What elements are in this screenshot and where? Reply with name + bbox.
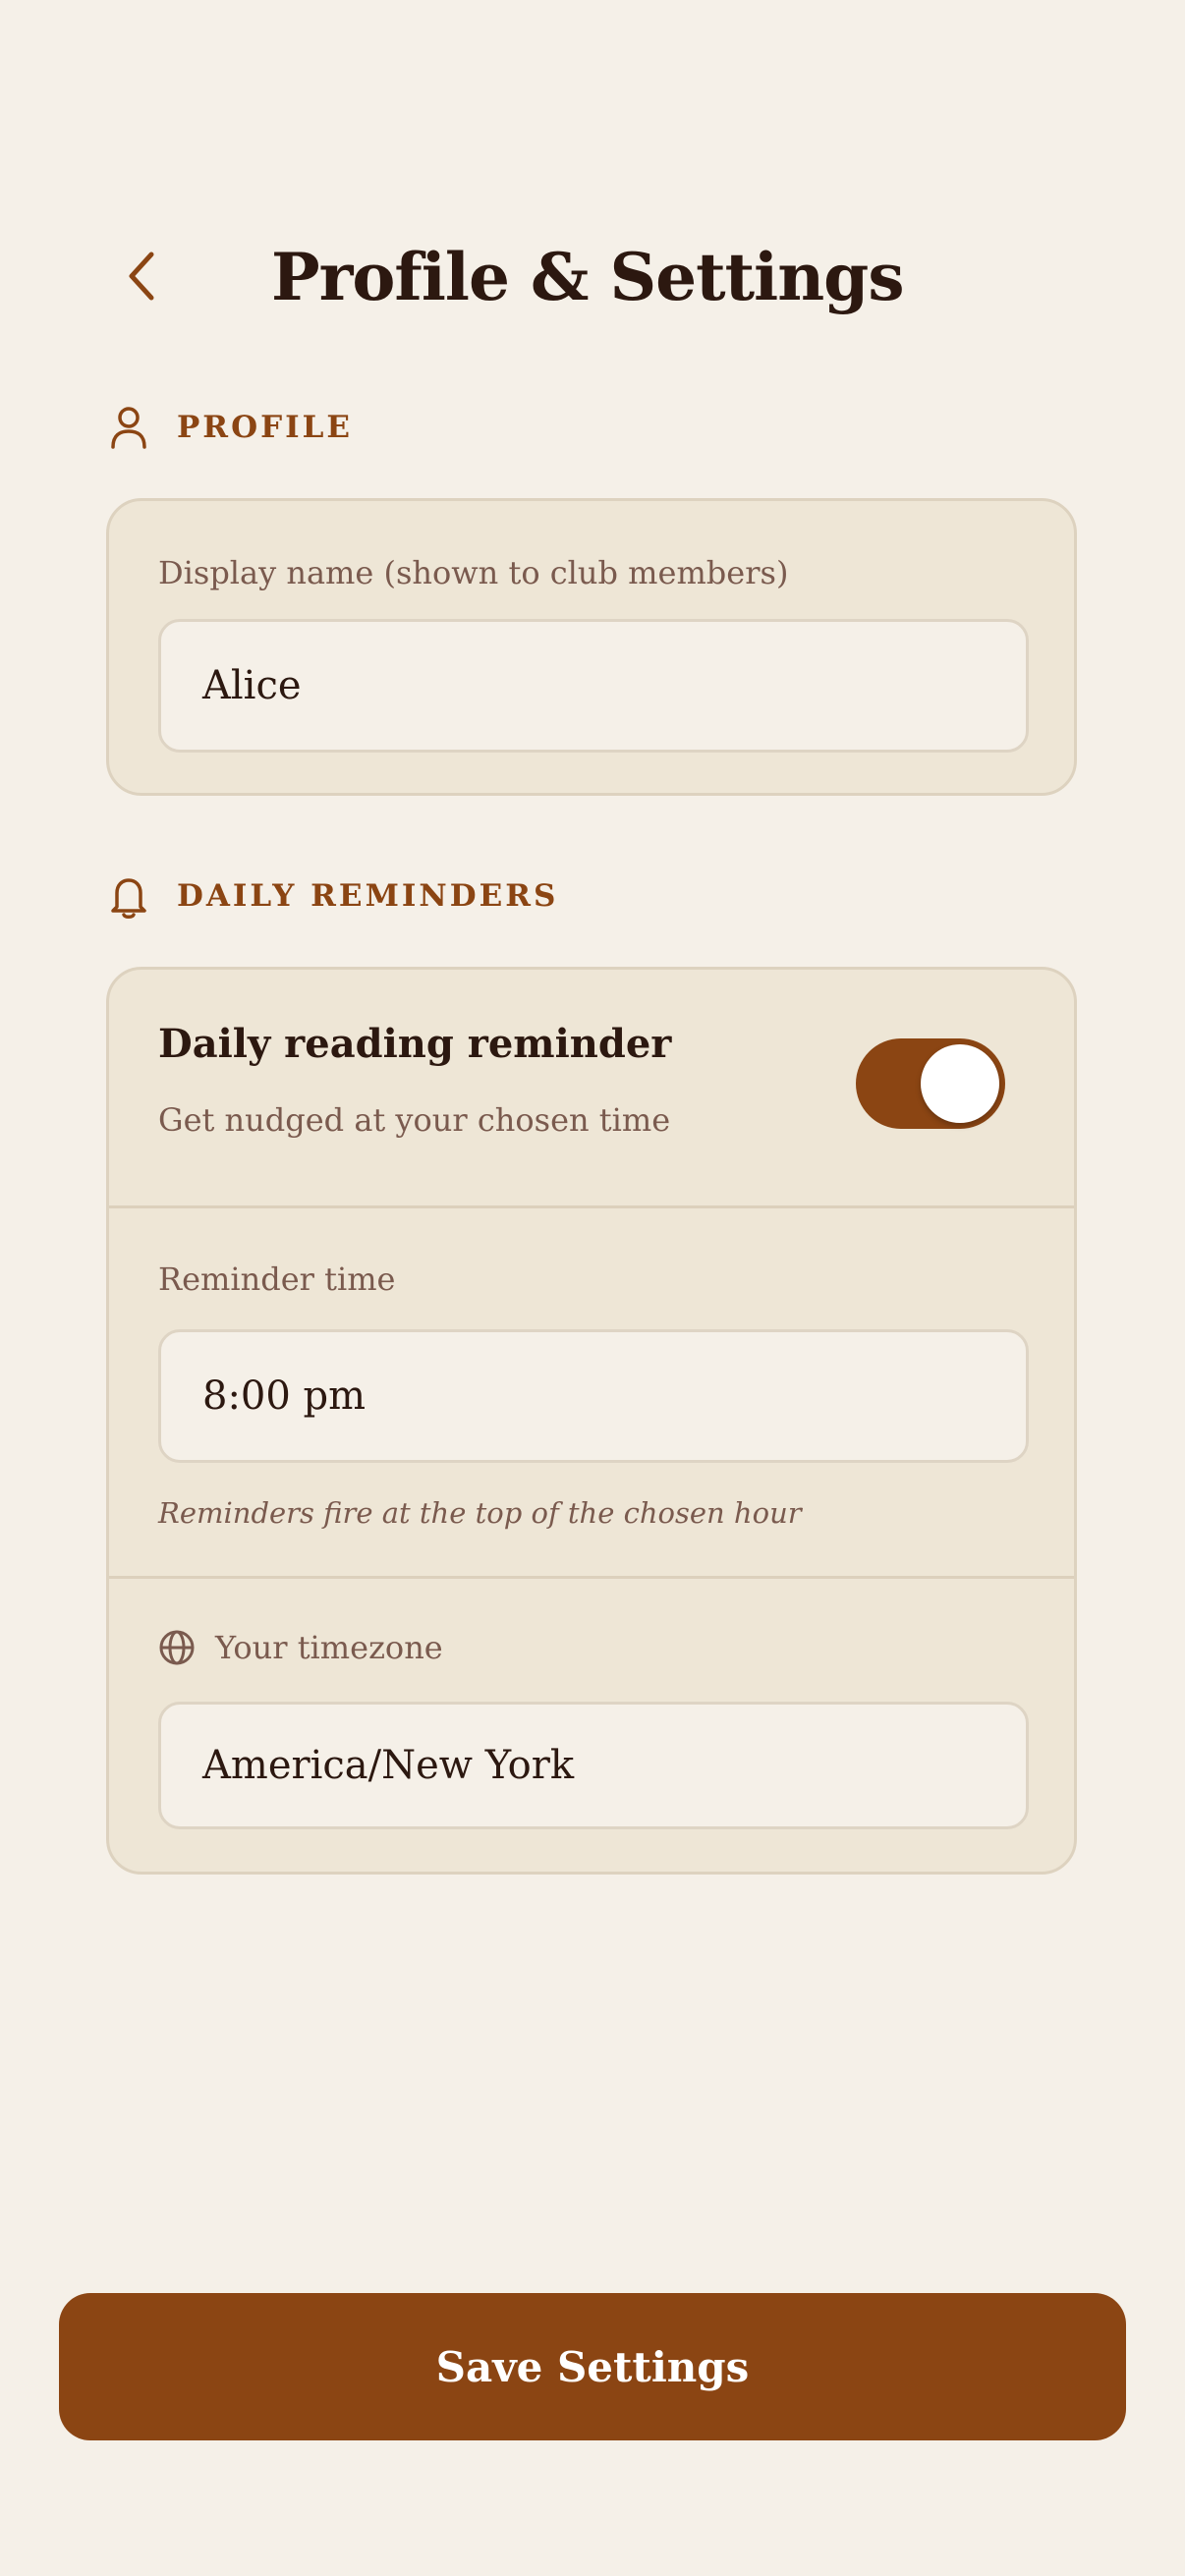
reminder-time-label: Reminder time [158,1260,396,1298]
section-label-reminders: DAILY REMINDERS [106,871,558,921]
save-settings-button[interactable]: Save Settings [59,2293,1126,2440]
reminder-toggle-title: Daily reading reminder [158,1021,672,1067]
header: Profile & Settings [0,211,1185,349]
timezone-input[interactable]: America/New York [158,1702,1029,1829]
reminder-time-input[interactable]: 8:00 pm [158,1329,1029,1463]
user-icon [106,405,151,450]
chevron-left-icon [129,252,154,301]
section-label-profile: PROFILE [106,403,353,452]
timezone-label: Your timezone [215,1629,443,1666]
divider [109,1576,1074,1579]
bell-icon [106,873,151,919]
reminders-card: Daily reading reminder Get nudged at you… [106,967,1077,1875]
divider [109,1205,1074,1208]
page-title: Profile & Settings [271,239,904,315]
toggle-knob [921,1044,999,1123]
section-title: DAILY REMINDERS [177,878,559,914]
profile-card: Display name (shown to club members) Ali… [106,498,1077,796]
reminder-time-hint: Reminders fire at the top of the chosen … [158,1496,802,1530]
timezone-label-row: Your timezone [158,1626,443,1669]
display-name-label: Display name (shown to club members) [158,554,789,591]
section-title: PROFILE [177,410,354,445]
globe-icon [159,1630,195,1665]
back-button[interactable] [106,241,177,311]
daily-reminder-toggle[interactable] [856,1038,1005,1129]
reminder-toggle-subtitle: Get nudged at your chosen time [158,1101,671,1139]
display-name-input[interactable]: Alice [158,619,1029,753]
